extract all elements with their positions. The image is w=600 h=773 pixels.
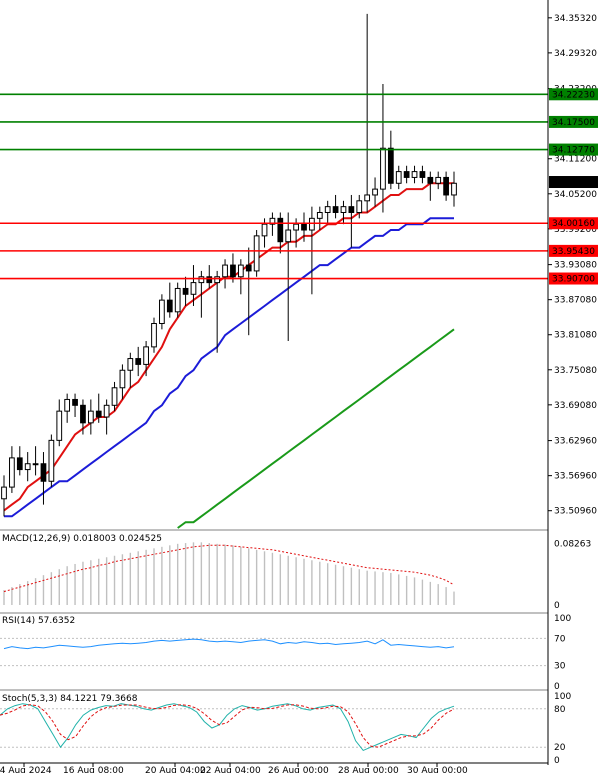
candle-body — [380, 147, 386, 190]
candle-body — [285, 229, 292, 243]
candle-body — [9, 457, 15, 488]
time-tick-label: 28 Aug 00:00 — [338, 766, 399, 773]
price-tick-label: 34.29320 — [554, 49, 597, 59]
candle-body — [348, 206, 355, 213]
stoch-tick-label: 20 — [554, 743, 566, 753]
macd-tick-label: 0 — [554, 601, 560, 611]
candle-body — [48, 439, 55, 482]
level-price-label: 34.12770 — [552, 146, 595, 156]
candle-body — [403, 171, 410, 178]
price-tick-label: 33.81080 — [554, 331, 597, 341]
price-tick-label: 33.87080 — [554, 296, 597, 306]
candle-body — [64, 398, 71, 412]
candle-body — [24, 463, 31, 471]
candle-body — [151, 323, 157, 348]
stoch-tick-label: 0 — [554, 756, 560, 766]
rsi-tick-label: 70 — [554, 634, 566, 644]
candle-body — [395, 171, 402, 184]
candle-body — [127, 358, 134, 371]
time-tick-label: 16 Aug 08:00 — [63, 766, 124, 773]
macd-label: MACD(12,26,9) 0.018003 0.024525 — [2, 534, 162, 544]
candle-body — [340, 206, 347, 213]
candle-body — [253, 235, 260, 272]
level-price-label: 33.90700 — [552, 275, 595, 285]
candle-body — [111, 387, 118, 406]
candle-body — [332, 206, 339, 213]
candle-body — [103, 404, 110, 418]
price-tick-label: 33.56960 — [554, 472, 597, 482]
stoch-label: Stoch(5,3,3) 84.1221 79.3668 — [2, 694, 138, 704]
candle-body — [301, 223, 307, 231]
candle-body — [261, 223, 268, 237]
rsi-tick-label: 100 — [554, 614, 571, 624]
time-tick-label: 22 Aug 04:00 — [200, 766, 261, 773]
candle-body — [245, 264, 252, 272]
level-price-label: 34.00160 — [552, 219, 595, 229]
candle-body — [72, 398, 78, 406]
candle-body — [190, 282, 197, 295]
chart-background — [0, 0, 600, 773]
candle-body — [451, 182, 457, 196]
price-tick-label: 33.62960 — [554, 437, 597, 447]
level-price-label: 33.95430 — [552, 247, 595, 257]
candle-body — [435, 176, 442, 184]
candle-body — [16, 457, 23, 471]
stoch-tick-label: 80 — [554, 705, 566, 715]
candle-body — [443, 176, 449, 196]
time-tick-label: 26 Aug 00:00 — [268, 766, 329, 773]
candle-body — [309, 217, 315, 231]
candle-body — [230, 264, 236, 278]
price-tick-label: 33.75080 — [554, 366, 597, 376]
candle-body — [214, 276, 221, 284]
candle-body — [293, 223, 299, 231]
candle-body — [372, 188, 378, 196]
candle-body — [427, 176, 434, 184]
candle-body — [387, 147, 394, 184]
rsi-label: RSI(14) 57.6352 — [2, 616, 75, 626]
candle-body — [40, 463, 47, 482]
candle-body — [174, 287, 181, 313]
candle-body — [237, 264, 244, 278]
candle-body — [166, 299, 173, 313]
rsi-tick-label: 0 — [554, 682, 560, 692]
candle-body — [143, 346, 149, 365]
price-tick-label: 34.05200 — [554, 190, 597, 200]
candle-body — [222, 264, 228, 278]
candle-body — [135, 358, 142, 365]
macd-tick-label: 0.08263 — [554, 539, 591, 549]
current-price-label: 34.07217 — [552, 178, 595, 188]
candle-body — [324, 206, 331, 213]
candle-body — [419, 171, 426, 178]
level-price-label: 34.17500 — [552, 118, 595, 128]
candle-body — [277, 217, 284, 243]
candle-body — [95, 410, 102, 418]
candle-body — [87, 410, 94, 424]
candle-body — [198, 276, 205, 284]
price-tick-label: 33.50960 — [554, 507, 597, 517]
level-price-label: 34.22230 — [552, 90, 595, 100]
price-tick-label: 33.69080 — [554, 401, 597, 411]
candle-body — [411, 171, 418, 178]
time-tick-label: 30 Aug 00:00 — [407, 766, 468, 773]
candle-body — [32, 463, 39, 466]
chart-svg: 34.3532034.2932034.2320034.1120034.05200… — [0, 0, 600, 773]
candle-body — [119, 369, 126, 389]
candle-body — [80, 404, 86, 424]
candle-body — [1, 486, 7, 500]
price-tick-label: 33.93080 — [554, 261, 597, 271]
candle-body — [364, 194, 371, 202]
stoch-tick-label: 100 — [554, 692, 571, 702]
candle-body — [206, 276, 213, 284]
rsi-tick-label: 30 — [554, 662, 566, 672]
time-tick-label: 20 Aug 04:00 — [145, 766, 206, 773]
candle-body — [356, 200, 363, 213]
price-tick-label: 34.35320 — [554, 14, 597, 24]
candle-body — [316, 211, 323, 219]
candle-body — [182, 287, 189, 295]
candle-body — [56, 410, 63, 441]
time-tick-label: 14 Aug 2024 — [0, 766, 52, 773]
candle-body — [159, 299, 165, 325]
price-tick-label: 34.11200 — [554, 155, 597, 165]
